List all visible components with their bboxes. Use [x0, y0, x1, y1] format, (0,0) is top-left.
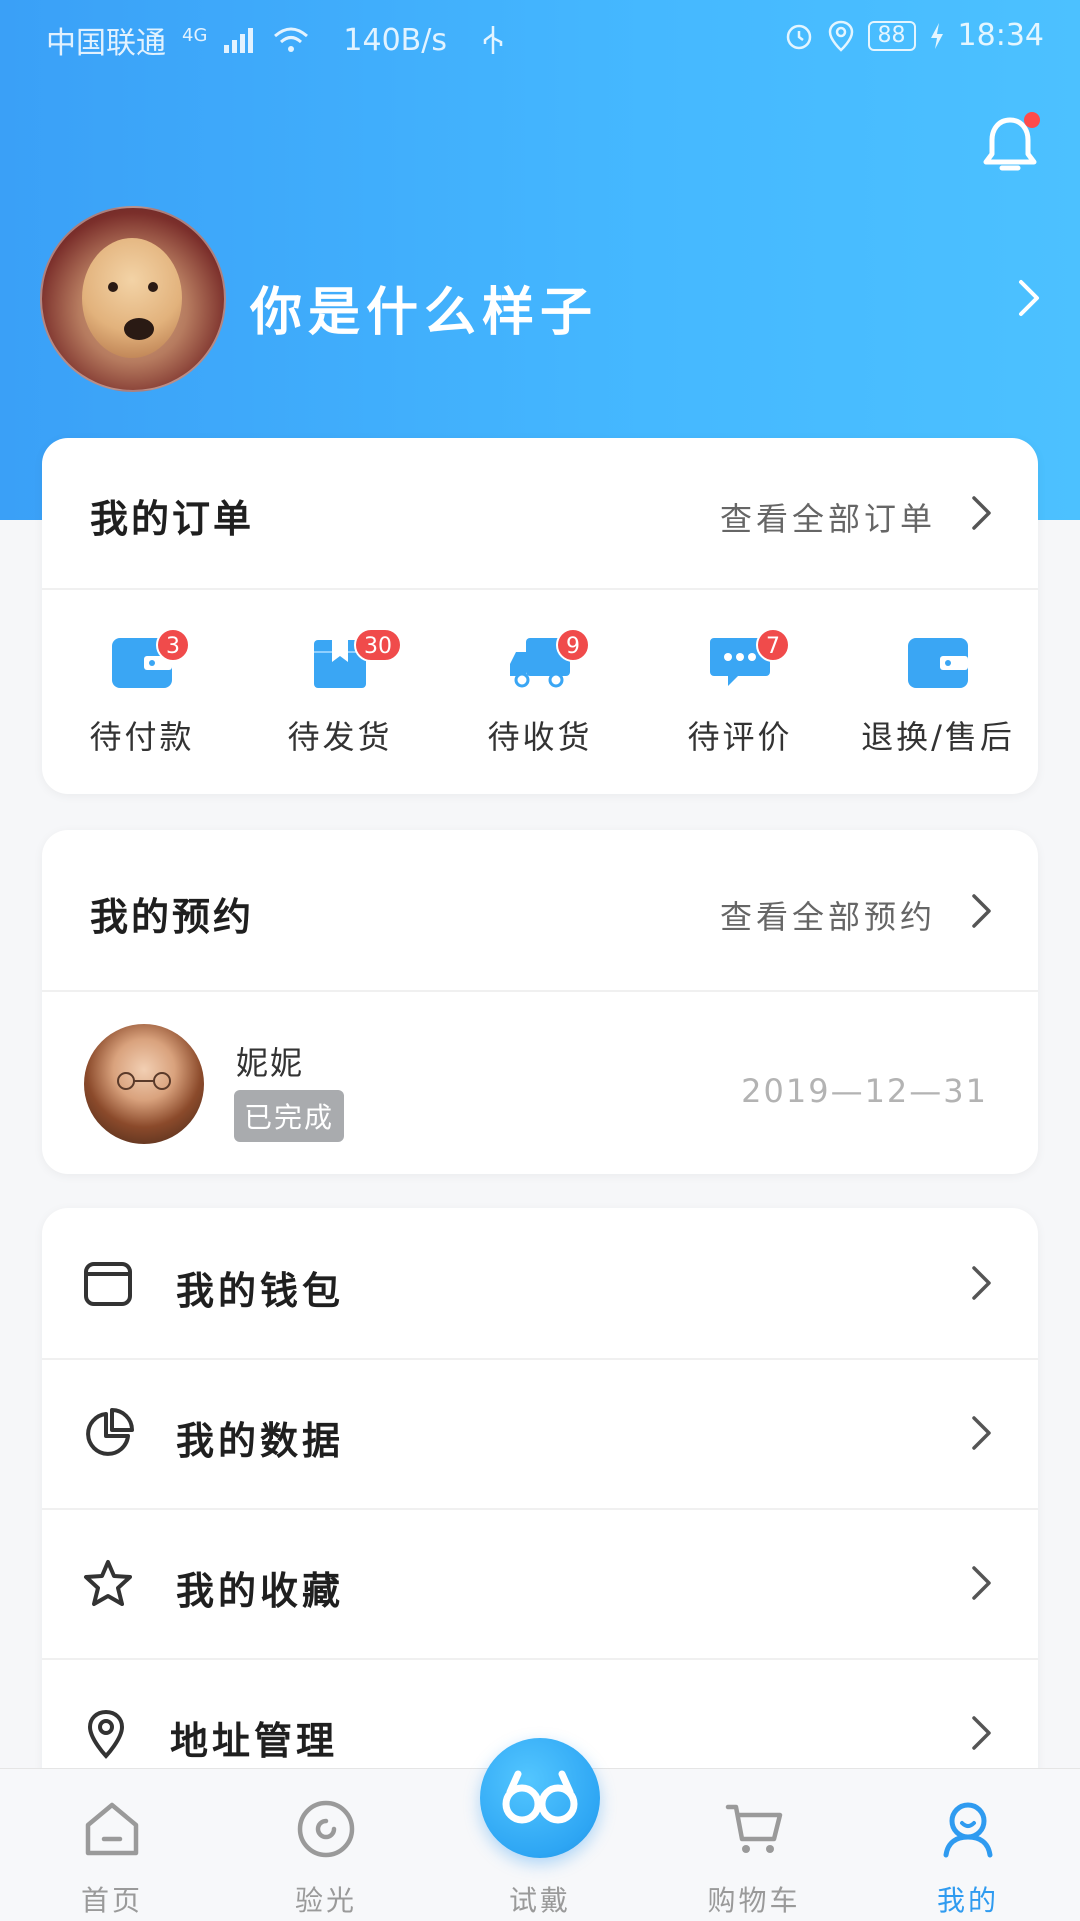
avatar[interactable]	[40, 206, 226, 392]
order-pending-review[interactable]: 7 待评价	[640, 588, 840, 798]
order-pending-shipment[interactable]: 30 待发货	[240, 588, 440, 798]
order-label: 待付款	[89, 718, 195, 756]
menu-item-favorites[interactable]: 我的收藏	[42, 1508, 1038, 1660]
badge-count: 9	[556, 628, 590, 662]
eye-test-icon	[297, 1800, 355, 1858]
wifi-icon	[274, 27, 309, 52]
alarm-icon	[786, 24, 811, 49]
orders-header[interactable]: 我的订单 查看全部订单	[42, 438, 1038, 590]
carrier-label: 中国联通	[46, 26, 166, 61]
glasses-icon	[502, 1770, 578, 1824]
notification-dot	[1024, 112, 1040, 128]
try-on-fab[interactable]	[480, 1738, 600, 1858]
location-pin-icon	[87, 1709, 125, 1759]
appointment-entry[interactable]: 妮妮 已完成 2019—12—31	[42, 992, 1038, 1172]
chevron-right-icon[interactable]	[1016, 278, 1042, 318]
menu-item-label: 我的收藏	[176, 1569, 345, 1613]
username[interactable]: 你是什么样子	[250, 270, 598, 345]
orders-card: 我的订单 查看全部订单 3 待付款 30 待发货 9 待收货 7 待评价 退换/…	[42, 438, 1038, 794]
pie-chart-icon	[86, 1408, 134, 1456]
appointment-name: 妮妮	[236, 1044, 305, 1082]
chevron-right-icon	[972, 894, 991, 928]
order-status-row: 3 待付款 30 待发货 9 待收货 7 待评价 退换/售后	[42, 588, 1038, 798]
return-icon	[908, 638, 968, 688]
star-icon	[84, 1560, 132, 1606]
appointment-avatar	[84, 1024, 204, 1144]
cart-icon	[725, 1804, 783, 1853]
order-label: 退换/售后	[861, 718, 1015, 756]
menu-card: 我的钱包 我的数据 我的收藏 地址管理	[42, 1208, 1038, 1808]
clock: 18:34	[957, 18, 1044, 53]
orders-title: 我的订单	[90, 497, 255, 541]
appointments-header[interactable]: 我的预约 查看全部预约	[42, 830, 1038, 992]
usb-icon	[483, 26, 503, 54]
menu-item-data[interactable]: 我的数据	[42, 1358, 1038, 1510]
appointments-title: 我的预约	[90, 895, 255, 939]
chevron-right-icon	[972, 1566, 991, 1600]
badge-count: 7	[756, 628, 790, 662]
order-returns[interactable]: 退换/售后	[838, 588, 1038, 798]
order-label: 待评价	[687, 718, 793, 756]
order-pending-payment[interactable]: 3 待付款	[42, 588, 242, 798]
order-label: 待收货	[487, 718, 593, 756]
view-all-orders-link[interactable]: 查看全部订单	[720, 494, 936, 540]
status-bar: 中国联通 4G 140B/s 88 18:34	[0, 0, 1080, 76]
wallet-outline-icon	[84, 1262, 132, 1306]
status-badge: 已完成	[234, 1090, 345, 1142]
appointments-card: 我的预约 查看全部预约 妮妮 已完成 2019—12—31	[42, 830, 1038, 1174]
chevron-right-icon	[972, 1416, 991, 1450]
tab-cart[interactable]: 购物车	[646, 1769, 862, 1921]
signal-icon	[224, 28, 254, 53]
menu-item-label: 地址管理	[170, 1719, 339, 1763]
chevron-right-icon	[972, 1716, 991, 1750]
tab-label: 首页	[80, 1884, 143, 1917]
tab-mine[interactable]: 我的	[860, 1769, 1076, 1921]
order-label: 待发货	[287, 718, 393, 756]
glasses-icon	[117, 1072, 171, 1090]
menu-item-wallet[interactable]: 我的钱包	[42, 1208, 1038, 1360]
home-icon	[85, 1802, 139, 1856]
order-pending-receipt[interactable]: 9 待收货	[440, 588, 640, 798]
appointment-date: 2019—12—31	[741, 1072, 988, 1110]
chevron-right-icon	[972, 1266, 991, 1300]
badge-count: 3	[156, 628, 190, 662]
tab-eye-test[interactable]: 验光	[218, 1769, 434, 1921]
tab-home[interactable]: 首页	[4, 1769, 220, 1921]
location-status-icon	[828, 20, 853, 52]
tab-label: 验光	[294, 1884, 357, 1917]
tab-label: 购物车	[707, 1884, 801, 1917]
charging-icon	[930, 22, 943, 49]
avatar-photo	[82, 238, 182, 358]
chevron-right-icon	[972, 496, 991, 530]
network-speed: 140B/s	[343, 22, 447, 58]
user-icon	[943, 1802, 993, 1858]
badge-count: 30	[354, 628, 402, 662]
battery-indicator: 88	[867, 20, 916, 51]
tab-label: 我的	[936, 1884, 999, 1917]
network-label: 4G	[182, 24, 208, 46]
menu-item-label: 我的数据	[176, 1419, 345, 1463]
view-all-appointments-link[interactable]: 查看全部预约	[720, 892, 936, 938]
tab-label: 试戴	[508, 1884, 571, 1917]
menu-item-label: 我的钱包	[176, 1269, 345, 1313]
